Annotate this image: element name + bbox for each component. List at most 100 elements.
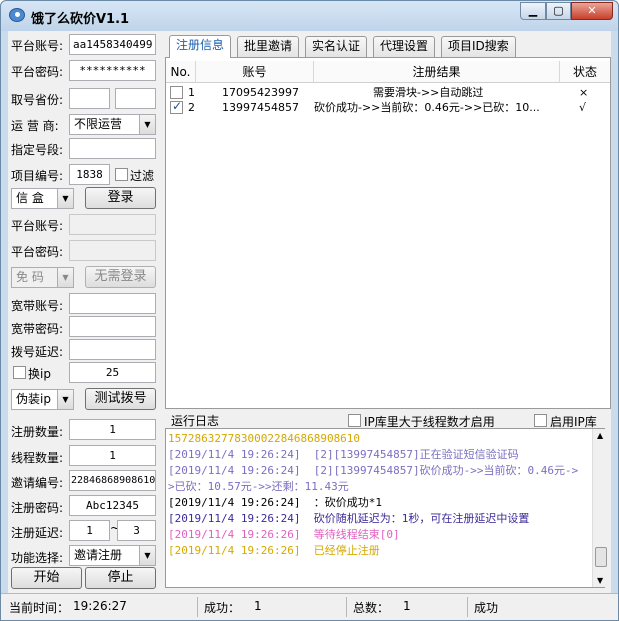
success2-label: 成功	[474, 601, 499, 615]
test-dial-button[interactable]: 测试拨号	[85, 388, 156, 410]
fake-ip-select[interactable]: 伪装ip ▼	[11, 389, 74, 410]
col-account[interactable]: 账号	[196, 61, 314, 83]
total-label: 总数：	[353, 601, 390, 615]
row-no: 2	[188, 101, 195, 114]
reg-delay-from-input[interactable]: 1	[69, 520, 110, 541]
success-label: 成功：	[204, 601, 241, 615]
close-button[interactable]: ✕	[571, 2, 613, 20]
scroll-down-icon[interactable]: ▼	[597, 576, 603, 585]
box-select[interactable]: 信 盒 ▼	[11, 188, 74, 209]
invite-input[interactable]: 22846868908610	[69, 470, 156, 491]
col-status[interactable]: 状态	[560, 61, 610, 83]
tab-project-id-search[interactable]: 项目ID搜索	[441, 36, 516, 57]
platform-account-label: 平台账号:	[11, 39, 64, 53]
log-line: [2019/11/4 19:26:24] 砍价随机延迟为：1秒，可在注册延迟中设…	[168, 512, 530, 525]
minimize-button[interactable]: ▁	[520, 2, 546, 20]
table-row[interactable]: 1 17095423997 需要滑块->>自动跳过 ×	[166, 85, 610, 100]
stop-button[interactable]: 停止	[85, 567, 156, 589]
bb-account-label: 宽带账号:	[11, 299, 64, 313]
time-value: 19:26:27	[73, 599, 127, 613]
reg-count-label: 注册数量:	[11, 425, 64, 439]
platform-password-label: 平台密码:	[11, 65, 64, 79]
log-line: 157286327783000228468689086​10	[168, 432, 361, 445]
platform-password-input[interactable]: **********	[69, 60, 156, 81]
p2-account-input[interactable]	[69, 214, 156, 235]
log-lines: 157286327783000228468689086​10 [2019/11/4…	[168, 431, 584, 559]
thread-count-input[interactable]: 1	[69, 445, 156, 466]
province-input-2[interactable]	[115, 88, 156, 109]
platform-account-input[interactable]: aa1458340499	[69, 34, 156, 55]
bb-account-input[interactable]	[69, 293, 156, 314]
scroll-thumb[interactable]	[595, 547, 607, 567]
row-result: 砍价成功->>当前砍：0.46元->>已砍：10...	[314, 101, 540, 114]
tab-register-info[interactable]: 注册信息	[169, 35, 232, 58]
row-checkbox[interactable]	[170, 99, 183, 114]
status-divider	[467, 597, 468, 617]
province-input-1[interactable]	[69, 88, 110, 109]
log-line: [2019/11/4 19:26:24] [2][13997454857]砍价成…	[168, 464, 579, 493]
log-box[interactable]: 157286327783000228468689086​10 [2019/11/4…	[165, 428, 605, 588]
tab-proxy-settings[interactable]: 代理设置	[373, 36, 436, 57]
filter-label: 过滤	[130, 169, 155, 183]
ip-pool-checkbox[interactable]	[534, 414, 547, 427]
col-no[interactable]: No.	[166, 61, 196, 83]
login-button[interactable]: 登录	[85, 187, 156, 209]
tab-batch-invite[interactable]: 批里邀请	[237, 36, 300, 57]
chevron-down-icon: ▼	[57, 390, 73, 409]
app-icon	[9, 8, 25, 22]
status-divider	[346, 597, 347, 617]
log-line: [2019/11/4 19:26:24] ：砍价成功*1	[168, 496, 382, 509]
reg-delay-to-input[interactable]: 3	[117, 520, 156, 541]
log-line: [2019/11/4 19:26:24] [2][13997454857]正在验…	[168, 448, 519, 461]
segment-input[interactable]	[69, 138, 156, 159]
p2-password-input[interactable]	[69, 240, 156, 261]
segment-label: 指定号段:	[11, 143, 64, 157]
func-select[interactable]: 邀请注册 ▼	[69, 545, 156, 566]
client-area: 平台账号: aa1458340499 平台密码: ********** 取号省份…	[8, 31, 611, 593]
invite-label: 邀请编号:	[11, 476, 64, 490]
captcha-select[interactable]: 免 码 ▼	[11, 267, 74, 288]
reg-password-input[interactable]: Abc12345	[69, 495, 156, 516]
func-label: 功能选择:	[11, 551, 64, 565]
row-result: 需要滑块->>自动跳过	[373, 86, 484, 99]
chevron-down-icon: ▼	[139, 546, 155, 565]
maximize-button[interactable]: ▢	[546, 2, 571, 20]
start-button[interactable]: 开始	[11, 567, 82, 589]
p2-account-label: 平台账号:	[11, 219, 64, 233]
row-status: ×	[579, 86, 589, 99]
change-ip-checkbox[interactable]	[13, 366, 26, 379]
thread-count-label: 线程数量:	[11, 451, 64, 465]
project-label: 项目编号:	[11, 169, 64, 183]
ip-threshold-checkbox[interactable]	[348, 414, 361, 427]
scroll-up-icon[interactable]: ▲	[597, 431, 603, 440]
reg-password-label: 注册密码:	[11, 501, 64, 515]
row-status: √	[579, 101, 587, 114]
row-checkbox[interactable]	[170, 86, 183, 99]
log-line: [2019/11/4 19:26:26] 等待线程结束[0]	[168, 528, 400, 541]
operator-select[interactable]: 不限运营 ▼	[69, 114, 156, 135]
p2-password-label: 平台密码:	[11, 245, 64, 259]
dial-delay-input[interactable]	[69, 339, 156, 360]
success-value: 1	[254, 599, 262, 613]
log-scrollbar[interactable]: ▲ ▼	[592, 429, 608, 587]
bb-password-input[interactable]	[69, 316, 156, 337]
status-divider	[197, 597, 198, 617]
dial-delay-label: 拨号延迟:	[11, 345, 64, 359]
reg-count-input[interactable]: 1	[69, 419, 156, 440]
grid-header: No. 账号 注册结果 状态	[166, 61, 610, 83]
box-select-value: 信 盒	[16, 191, 44, 205]
change-ip-input[interactable]: 25	[69, 362, 156, 383]
app-window: 饿了么砍价V1.1 ▁ ▢ ✕ 平台账号: aa1458340499 平台密码:…	[0, 0, 619, 621]
title-bar: 饿了么砍价V1.1 ▁ ▢ ✕	[1, 1, 618, 31]
no-login-button[interactable]: 无需登录	[85, 266, 156, 288]
table-row[interactable]: 2 13997454857 砍价成功->>当前砍：0.46元->>已砍：10..…	[166, 99, 610, 115]
project-input[interactable]: 1838	[69, 164, 110, 185]
row-account: 17095423997	[222, 86, 299, 99]
province-label: 取号省份:	[11, 93, 64, 107]
reg-delay-label: 注册延迟:	[11, 526, 64, 540]
window-title: 饿了么砍价V1.1	[31, 12, 130, 27]
filter-checkbox[interactable]	[115, 168, 128, 181]
row-no: 1	[188, 86, 195, 99]
col-result[interactable]: 注册结果	[314, 61, 560, 83]
tab-real-name[interactable]: 实名认证	[305, 36, 368, 57]
